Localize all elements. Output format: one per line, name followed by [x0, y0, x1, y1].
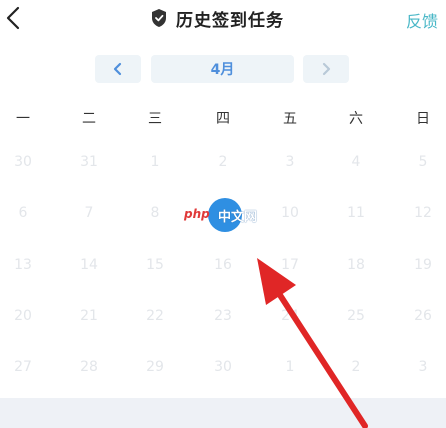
next-month-button[interactable] [303, 55, 349, 83]
weekday-header: 一 二 三 四 五 六 日 [0, 108, 446, 128]
calendar-day[interactable]: 25 [336, 301, 376, 331]
calendar-day[interactable]: 16 [203, 250, 243, 280]
calendar-day[interactable]: 1 [270, 352, 310, 382]
weekday-label: 一 [16, 111, 30, 127]
chevron-left-icon [6, 6, 20, 30]
calendar-day[interactable]: 10 [270, 198, 310, 228]
calendar-day[interactable]: 5 [403, 147, 443, 177]
weekday-label: 三 [148, 111, 162, 127]
calendar-day[interactable]: 18 [336, 250, 376, 280]
calendar-day[interactable]: 21 [69, 301, 109, 331]
weekday-label: 四 [216, 111, 230, 127]
calendar-day[interactable]: 28 [69, 352, 109, 382]
bottom-panel [0, 398, 446, 428]
calendar-day[interactable]: 8 [135, 198, 175, 228]
prev-month-button[interactable] [95, 55, 141, 83]
month-display: 4月 [151, 55, 294, 83]
calendar-day[interactable]: 9 [203, 198, 243, 228]
weekday-label: 二 [82, 111, 96, 127]
shield-icon [152, 9, 166, 27]
calendar-day[interactable]: 15 [135, 250, 175, 280]
calendar-day[interactable]: 27 [3, 352, 43, 382]
calendar-day[interactable]: 2 [336, 352, 376, 382]
month-navigator: 4月 [0, 55, 446, 83]
calendar-day[interactable]: 1 [135, 147, 175, 177]
calendar-day[interactable]: 23 [203, 301, 243, 331]
calendar-day[interactable]: 6 [3, 198, 43, 228]
chevron-left-icon [113, 62, 122, 76]
calendar-day[interactable]: 11 [336, 198, 376, 228]
weekday-label: 六 [349, 111, 363, 127]
calendar-day[interactable]: 14 [69, 250, 109, 280]
weekday-label: 五 [283, 111, 297, 127]
calendar-day[interactable]: 30 [203, 352, 243, 382]
weekday-label: 日 [416, 111, 430, 127]
calendar-day[interactable]: 22 [135, 301, 175, 331]
calendar-day[interactable]: 19 [403, 250, 443, 280]
calendar-day[interactable]: 2 [203, 147, 243, 177]
calendar-day[interactable]: 17 [270, 250, 310, 280]
calendar-day[interactable]: 3 [270, 147, 310, 177]
calendar-day[interactable]: 4 [336, 147, 376, 177]
chevron-right-icon [322, 62, 331, 76]
calendar-day[interactable]: 7 [69, 198, 109, 228]
back-button[interactable] [2, 4, 26, 32]
calendar-day[interactable]: 3 [403, 352, 443, 382]
calendar-grid: 30 31 1 2 3 4 5 6 7 8 9 10 11 12 13 14 1… [0, 140, 446, 390]
page-title: 历史签到任务 [176, 10, 284, 31]
title-group: 历史签到任务 [150, 6, 284, 31]
calendar-day[interactable]: 20 [3, 301, 43, 331]
calendar-day[interactable]: 24 [270, 301, 310, 331]
calendar-day[interactable]: 31 [69, 147, 109, 177]
calendar-day[interactable]: 13 [3, 250, 43, 280]
month-label: 4月 [210, 62, 235, 78]
feedback-link[interactable]: 反馈 [406, 8, 438, 32]
calendar-day[interactable]: 26 [403, 301, 443, 331]
calendar-day[interactable]: 29 [135, 352, 175, 382]
header: 历史签到任务 反馈 [0, 0, 446, 38]
calendar-day[interactable]: 12 [403, 198, 443, 228]
calendar-day[interactable]: 30 [3, 147, 43, 177]
